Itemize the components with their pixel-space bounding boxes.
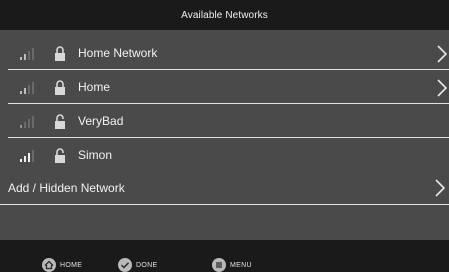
signal-strength-icon [20,48,34,60]
network-row-home-network[interactable]: Home Network [8,37,449,70]
add-hidden-network-row[interactable]: Add / Hidden Network [0,171,449,205]
home-label: HOME [60,261,83,269]
network-row-simon[interactable]: Simon [8,139,449,172]
menu-button[interactable]: MENU [212,258,252,272]
checkmark-icon [118,258,132,272]
wifi-networks-screen: Available Networks Home Network Home Ver… [0,0,449,272]
home-button[interactable]: HOME [42,258,82,272]
lock-closed-icon [55,80,65,95]
add-hidden-network-label: Add / Hidden Network [8,181,125,195]
home-icon [42,258,56,272]
signal-strength-icon [20,116,34,128]
chevron-right-icon[interactable] [437,79,447,97]
network-row-home[interactable]: Home [8,71,449,104]
done-label: DONE [136,261,158,269]
screen-title: Available Networks [0,0,449,30]
network-row-verybad[interactable]: VeryBad [8,105,449,138]
done-button[interactable]: DONE [118,258,157,272]
lock-open-icon [55,148,65,163]
lock-open-icon [55,114,65,129]
menu-icon [212,258,226,272]
chevron-right-icon[interactable] [435,179,445,197]
lock-closed-icon [55,46,65,61]
signal-strength-icon [20,82,34,94]
bottom-nav-bar: HOME DONE MENU [0,240,449,272]
network-name: Home [78,80,111,94]
signal-strength-icon [20,150,34,162]
network-name: Home Network [78,46,158,60]
menu-label: MENU [230,261,252,269]
chevron-right-icon[interactable] [437,45,447,63]
network-list: Home Network Home VeryBad Simon Add / Hi… [0,30,449,240]
network-name: VeryBad [78,114,124,128]
network-name: Simon [78,148,113,162]
